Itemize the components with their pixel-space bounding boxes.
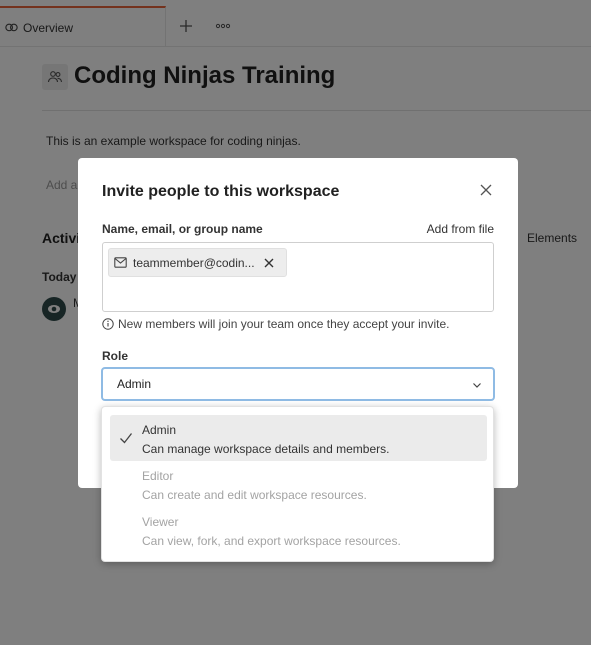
invite-note-text: New members will join your team once the… — [118, 317, 450, 331]
info-icon — [102, 318, 114, 330]
role-option-name: Viewer — [142, 515, 179, 529]
chevron-down-icon — [473, 383, 481, 388]
role-select[interactable]: Admin — [101, 367, 495, 401]
modal-title: Invite people to this workspace — [102, 183, 340, 200]
invite-input[interactable]: teammember@codin... — [102, 242, 494, 312]
role-option-name: Admin — [142, 423, 177, 437]
role-option-description: Can create and edit workspace resources. — [142, 488, 367, 502]
role-select-value: Admin — [117, 377, 152, 391]
add-from-file-link[interactable]: Add from file — [427, 222, 494, 236]
role-option-viewer[interactable]: Viewer Can view, fork, and export worksp… — [110, 507, 487, 553]
check-icon — [120, 433, 133, 444]
role-option-editor[interactable]: Editor Can create and edit workspace res… — [110, 461, 487, 507]
close-icon[interactable] — [478, 182, 494, 198]
invitee-chip: teammember@codin... — [108, 248, 287, 277]
remove-chip-icon[interactable] — [263, 257, 275, 269]
invite-field-label: Name, email, or group name — [102, 222, 263, 236]
role-label: Role — [102, 349, 129, 363]
role-dropdown-menu: Admin Can manage workspace details and m… — [101, 406, 494, 562]
role-option-description: Can manage workspace details and members… — [142, 442, 390, 456]
role-option-description: Can view, fork, and export workspace res… — [142, 534, 401, 548]
invitee-chip-label: teammember@codin... — [133, 255, 255, 270]
mail-icon — [114, 257, 127, 268]
role-option-admin[interactable]: Admin Can manage workspace details and m… — [110, 415, 487, 461]
invite-note: New members will join your team once the… — [102, 317, 449, 331]
role-option-name: Editor — [142, 469, 174, 483]
